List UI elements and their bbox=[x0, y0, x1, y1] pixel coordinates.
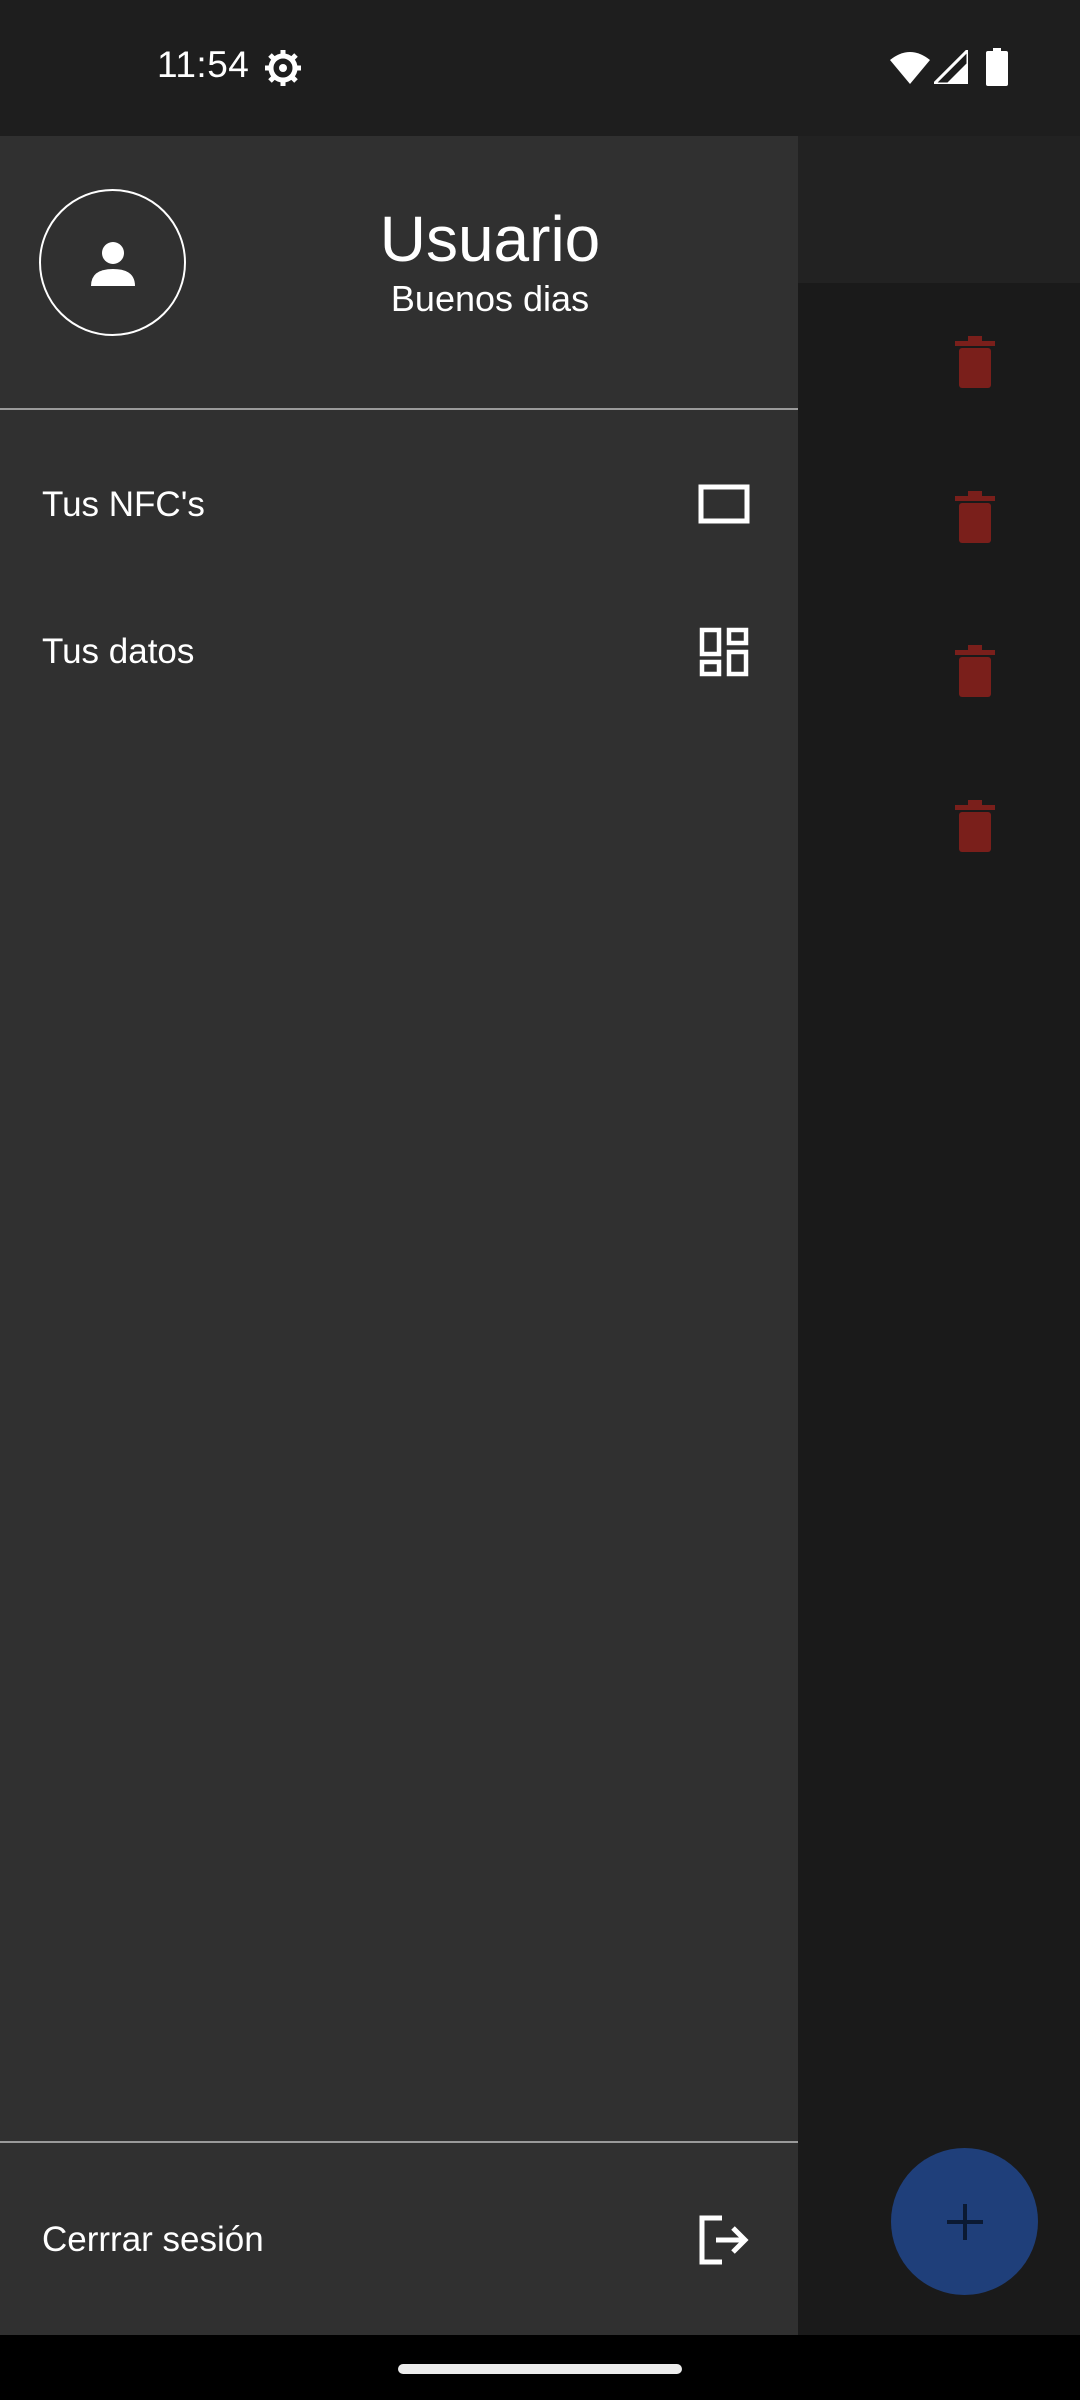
status-time: 11:54 bbox=[157, 44, 250, 85]
menu-item-datos[interactable]: Tus datos bbox=[0, 582, 798, 722]
drawer-header: Usuario Buenos dias bbox=[0, 136, 798, 408]
menu-item-nfcs[interactable]: Tus NFC's bbox=[0, 435, 798, 575]
home-gesture-handle[interactable] bbox=[398, 2364, 682, 2374]
footer-divider bbox=[0, 2141, 798, 2143]
user-name: Usuario bbox=[379, 203, 601, 275]
logout-icon bbox=[699, 2215, 749, 2265]
signal-icon bbox=[934, 50, 968, 84]
add-button[interactable] bbox=[891, 2148, 1038, 2295]
menu-item-label: Tus NFC's bbox=[42, 485, 205, 524]
status-bar: 11:54 bbox=[0, 0, 1080, 136]
navigation-drawer: Usuario Buenos dias Tus NFC's Tus datos … bbox=[0, 136, 798, 2335]
trash-icon[interactable] bbox=[955, 491, 995, 543]
dashboard-icon bbox=[699, 627, 749, 677]
user-greeting: Buenos dias bbox=[390, 278, 590, 319]
wifi-icon bbox=[890, 52, 930, 84]
logout-label: Cerrrar sesión bbox=[42, 2220, 264, 2259]
system-nav-bar bbox=[0, 2335, 1080, 2400]
card-outline-icon bbox=[698, 484, 750, 524]
plus-icon bbox=[946, 2203, 983, 2240]
menu-item-label: Tus datos bbox=[42, 632, 195, 671]
logout-button[interactable]: Cerrrar sesión bbox=[0, 2170, 798, 2310]
avatar[interactable] bbox=[39, 189, 186, 336]
header-divider bbox=[0, 408, 798, 410]
gear-icon bbox=[265, 50, 301, 86]
person-icon bbox=[90, 241, 135, 286]
trash-icon[interactable] bbox=[955, 800, 995, 852]
trash-icon[interactable] bbox=[955, 645, 995, 697]
battery-icon bbox=[986, 48, 1008, 86]
trash-icon[interactable] bbox=[955, 336, 995, 388]
